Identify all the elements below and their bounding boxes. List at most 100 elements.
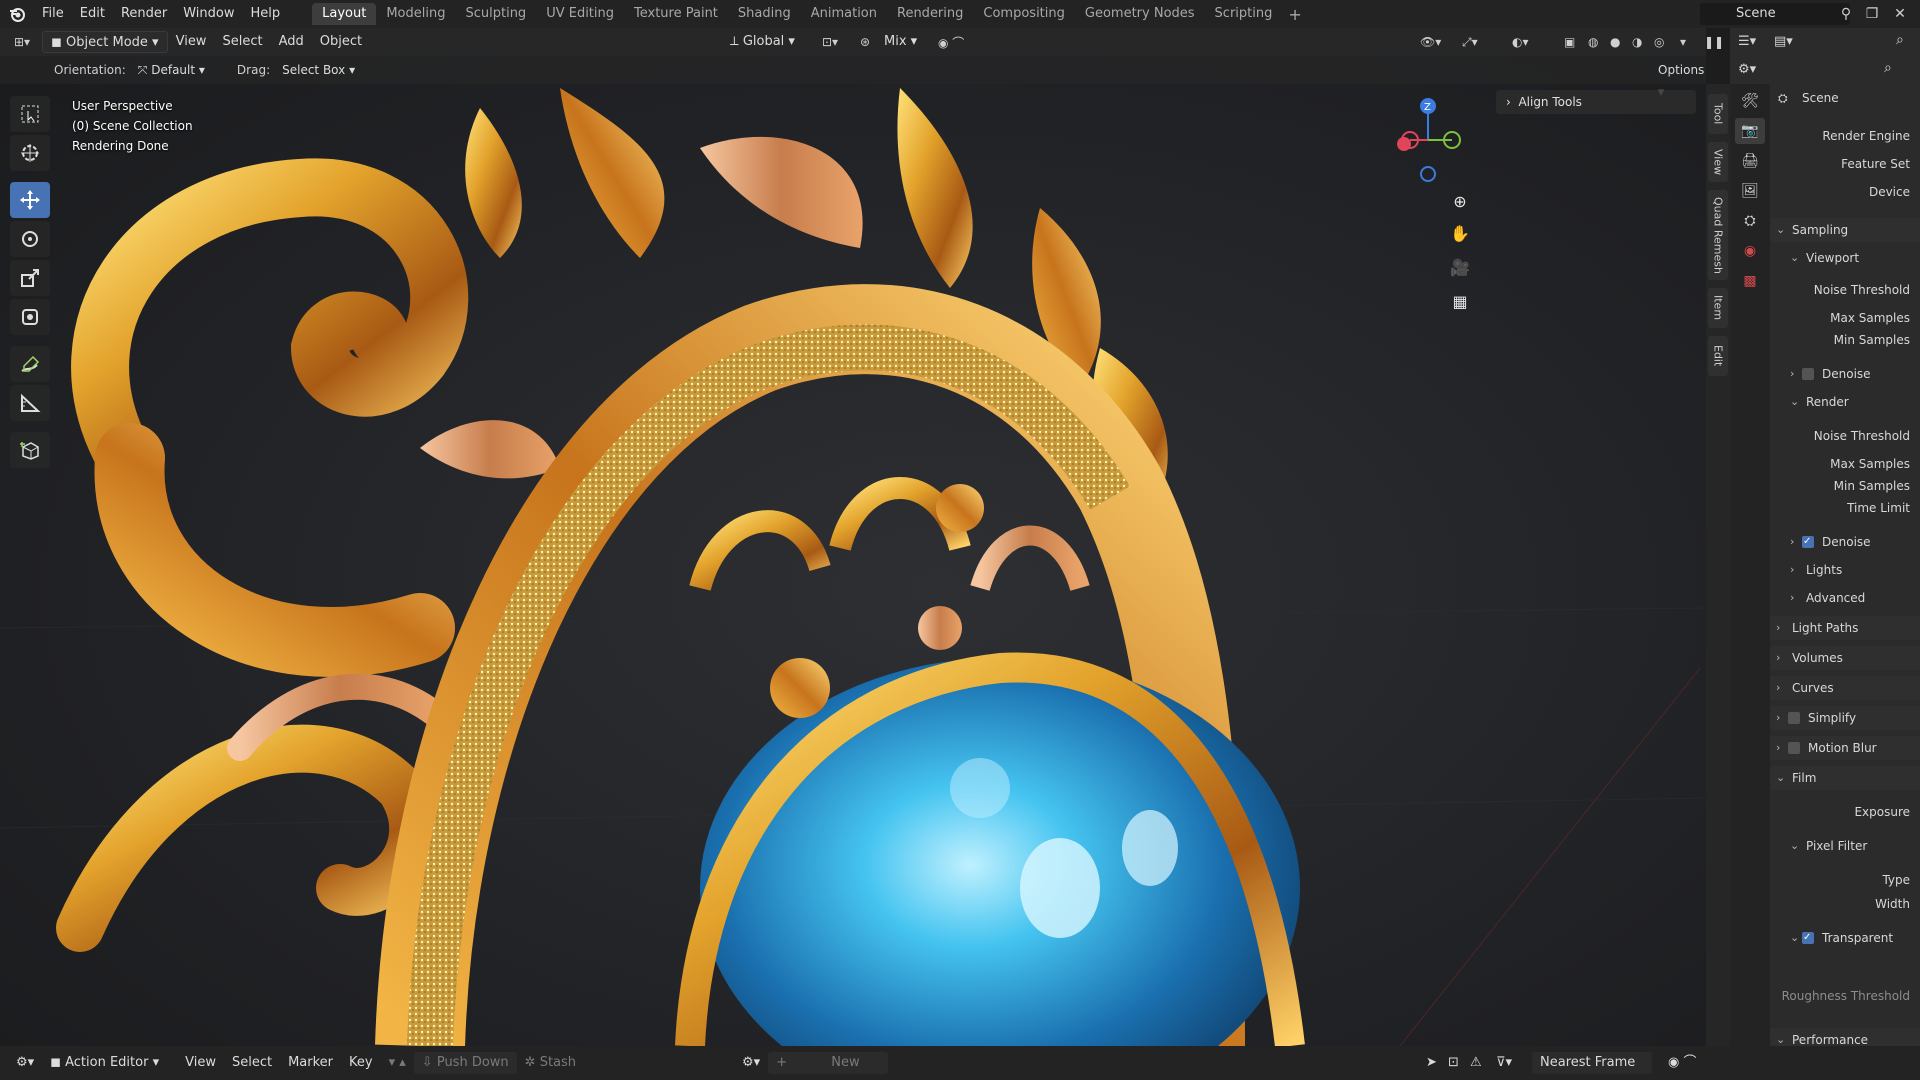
device-row[interactable]: Device <box>1770 180 1920 204</box>
pixel-filter-subsection[interactable]: ⌄ Pixel Filter <box>1770 834 1920 858</box>
align-tools-panel[interactable]: › Align Tools <box>1496 90 1696 114</box>
measure-tool[interactable] <box>10 385 50 421</box>
select-box-tool[interactable] <box>10 96 50 132</box>
scene-properties-icon[interactable]: ⛭ <box>1735 208 1765 234</box>
texture-properties-icon[interactable]: ▩ <box>1735 268 1765 294</box>
stash-button[interactable]: ✲ Stash <box>517 1052 584 1074</box>
r-time-limit-row[interactable]: Time Limit <box>1770 496 1920 520</box>
solid-shading-icon[interactable]: ● <box>1606 35 1624 49</box>
advanced-subsection[interactable]: › Advanced <box>1770 586 1920 610</box>
sidebar-tab-item[interactable]: Item <box>1708 288 1728 328</box>
warning-icon[interactable]: ⚠ <box>1462 1052 1490 1074</box>
sidebar-tab-view[interactable]: View <box>1708 142 1728 182</box>
motion-blur-checkbox[interactable] <box>1788 742 1800 754</box>
filter-type-row[interactable]: Type <box>1770 868 1920 892</box>
move-tool[interactable] <box>10 182 50 218</box>
tab-modeling[interactable]: Modeling <box>376 3 455 25</box>
curves-section[interactable]: › Curves <box>1770 676 1920 700</box>
transparent-checkbox[interactable] <box>1802 926 1814 950</box>
push-down-button[interactable]: ⇩ Push Down <box>413 1052 517 1074</box>
feature-set-row[interactable]: Feature Set <box>1770 152 1920 176</box>
material-shading-icon[interactable]: ◑ <box>1628 35 1646 49</box>
options-dropdown[interactable]: Options ▾ <box>1650 59 1712 99</box>
bb-menu-select[interactable]: Select <box>224 1052 280 1074</box>
add-cube-tool[interactable] <box>10 432 50 468</box>
tab-texture-paint[interactable]: Texture Paint <box>624 3 728 25</box>
zoom-icon[interactable]: ⊕ <box>1448 190 1472 214</box>
pin-icon[interactable]: ⚲ <box>1836 4 1856 24</box>
pivot-point-icon[interactable]: ⊡▾ <box>818 35 842 49</box>
search-icon[interactable]: ⌕ <box>1896 32 1904 48</box>
tab-rendering[interactable]: Rendering <box>887 3 973 25</box>
orientation-dropdown[interactable]: ⤧ Default ▾ <box>130 59 213 81</box>
proportional-edit-icon[interactable]: ◉ ⌒ <box>934 34 968 51</box>
motion-blur-section[interactable]: › Motion Blur <box>1770 736 1920 760</box>
object-mode-dropdown[interactable]: ◼ Object Mode ▾ <box>42 31 168 53</box>
exposure-row[interactable]: Exposure <box>1770 800 1920 824</box>
navigation-gizmo[interactable]: Z <box>1390 92 1470 192</box>
pan-hand-icon[interactable]: ✋ <box>1448 222 1472 246</box>
film-section[interactable]: ⌄ Film <box>1770 766 1920 790</box>
menu-render[interactable]: Render <box>113 0 175 28</box>
tab-geometry-nodes[interactable]: Geometry Nodes <box>1075 3 1205 25</box>
tab-shading[interactable]: Shading <box>728 3 801 25</box>
sidebar-tab-quad-remesh[interactable]: Quad Remesh <box>1708 190 1728 280</box>
r-min-samples-row[interactable]: Min Samples <box>1770 474 1920 498</box>
annotate-tool[interactable] <box>10 346 50 382</box>
world-properties-icon[interactable]: ◉ <box>1735 238 1765 264</box>
outliner-view-icon[interactable]: ▤▾ <box>1774 34 1793 49</box>
pause-render-icon[interactable]: ❚❚ <box>1700 35 1728 49</box>
tool-properties-icon[interactable]: 🛠 <box>1735 88 1765 114</box>
new-action-button[interactable]: + New <box>768 1052 889 1074</box>
properties-editor-type-icon[interactable]: ☰▾ <box>1738 34 1756 49</box>
menu-file[interactable]: File <box>34 0 72 28</box>
transform-tool[interactable] <box>10 299 50 335</box>
properties-type-icon[interactable]: ⚙▾ <box>1738 62 1756 77</box>
ortho-grid-icon[interactable]: ▦ <box>1448 290 1472 314</box>
properties-search-icon[interactable]: ⌕ <box>1884 60 1892 76</box>
xray-toggle-icon[interactable]: ▣ <box>1560 35 1579 49</box>
shading-options-icon[interactable]: ▾ <box>1676 35 1690 49</box>
tab-scripting[interactable]: Scripting <box>1205 3 1283 25</box>
bb-menu-view[interactable]: View <box>177 1052 224 1074</box>
rotate-tool[interactable] <box>10 221 50 257</box>
camera-view-icon[interactable]: 🎥 <box>1448 256 1472 280</box>
vp-min-samples-row[interactable]: Min Samples <box>1770 328 1920 352</box>
tab-animation[interactable]: Animation <box>801 3 887 25</box>
r-denoise-checkbox[interactable] <box>1802 530 1814 554</box>
render-properties-icon[interactable]: 📷 <box>1735 118 1765 144</box>
render-engine-row[interactable]: Render Engine <box>1770 124 1920 148</box>
roughness-threshold-row[interactable]: Roughness Threshold <box>1770 984 1920 1008</box>
editor-type-dropdown-icon[interactable]: ⚙▾ <box>8 1052 42 1074</box>
action-editor-dropdown[interactable]: ◼ Action Editor ▾ <box>42 1052 167 1074</box>
render-subsection[interactable]: ⌄ Render <box>1770 390 1920 414</box>
new-scene-icon[interactable]: ❐ <box>1862 4 1882 24</box>
proportional-edit-toggle-icon[interactable]: ◉ ⌒ <box>1660 1052 1704 1074</box>
add-workspace-button[interactable]: + <box>1282 5 1307 24</box>
menu-help[interactable]: Help <box>243 0 289 28</box>
overlays-toggle-icon[interactable]: ◐▾ <box>1508 35 1533 49</box>
menu-object[interactable]: Object <box>312 31 370 53</box>
vp-denoise-checkbox[interactable] <box>1802 368 1814 380</box>
action-browse-icon[interactable]: ⚙▾ <box>734 1052 768 1074</box>
snap-icon[interactable]: ⊛ <box>856 35 874 49</box>
tab-sculpting[interactable]: Sculpting <box>455 3 536 25</box>
vp-denoise-row[interactable]: › Denoise <box>1770 362 1920 386</box>
light-paths-section[interactable]: › Light Paths <box>1770 616 1920 640</box>
transparent-subsection[interactable]: ⌄ Transparent <box>1770 926 1920 950</box>
filter-icon[interactable]: ⊽▾ <box>1488 1052 1520 1074</box>
cursor-tool[interactable] <box>10 135 50 171</box>
tab-layout[interactable]: Layout <box>312 3 377 25</box>
sampling-section[interactable]: ⌄ Sampling <box>1770 218 1920 242</box>
output-properties-icon[interactable]: 🖨 <box>1735 148 1765 174</box>
tab-uv-editing[interactable]: UV Editing <box>536 3 624 25</box>
scene-selector[interactable]: Scene <box>1700 3 1850 25</box>
sidebar-tab-edit[interactable]: Edit <box>1708 336 1728 376</box>
menu-edit[interactable]: Edit <box>72 0 113 28</box>
filter-width-row[interactable]: Width <box>1770 892 1920 916</box>
r-denoise-row[interactable]: › Denoise <box>1770 530 1920 554</box>
visibility-icon[interactable]: 👁▾ <box>1416 35 1445 49</box>
menu-select[interactable]: Select <box>214 31 270 53</box>
sidebar-tab-tool[interactable]: Tool <box>1708 94 1728 134</box>
up-down-arrows-icon[interactable]: ▾ ▴ <box>381 1052 414 1074</box>
